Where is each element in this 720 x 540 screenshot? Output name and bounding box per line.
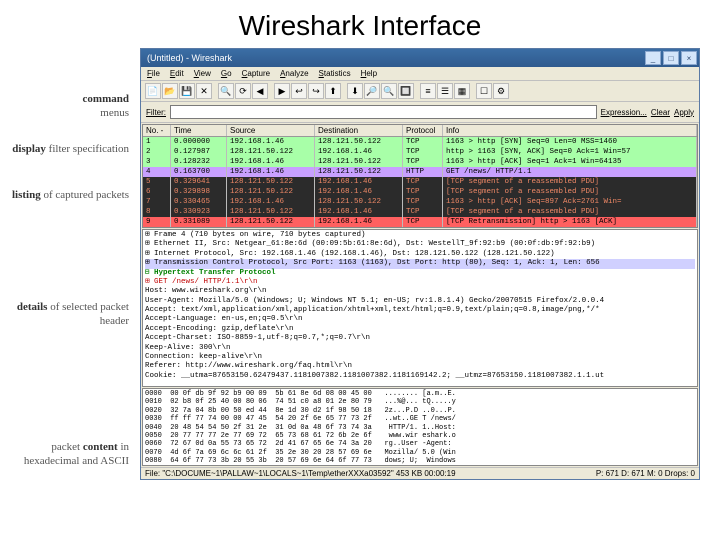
http-header-enc[interactable]: Accept-Encoding: gzip,deflate\r\n — [145, 325, 695, 334]
status-bar: File: "C:\DOCUME~1\PALLAW~1\LOCALS~1\Tem… — [141, 467, 699, 479]
menu-file[interactable]: File — [147, 69, 160, 78]
toolbar-button-12[interactable]: 🔎 — [364, 83, 380, 99]
tree-http[interactable]: ⊟ Hypertext Transfer Protocol — [145, 269, 695, 278]
packet-list-pane[interactable]: No. - Time Source Destination Protocol I… — [142, 124, 698, 228]
toolbar-button-2[interactable]: 💾 — [179, 83, 195, 99]
toolbar-button-17[interactable]: ▦ — [454, 83, 470, 99]
toolbar-button-10[interactable]: ⬆ — [325, 83, 341, 99]
menu-edit[interactable]: Edit — [170, 69, 184, 78]
col-info[interactable]: Info — [443, 125, 697, 136]
apply-link[interactable]: Apply — [674, 108, 694, 117]
tree-ethernet[interactable]: ⊞ Ethernet II, Src: Netgear_61:8e:6d (00… — [145, 240, 695, 249]
toolbar-button-16[interactable]: ☰ — [437, 83, 453, 99]
toolbar-button-18[interactable]: ☐ — [476, 83, 492, 99]
status-file: File: "C:\DOCUME~1\PALLAW~1\LOCALS~1\Tem… — [145, 469, 596, 478]
window-title: (Untitled) - Wireshark — [143, 53, 643, 63]
col-destination[interactable]: Destination — [315, 125, 403, 136]
slide-title: Wireshark Interface — [0, 0, 720, 48]
http-header-cookie[interactable]: Cookie: __utma=87653150.62479437.1181007… — [145, 372, 695, 381]
menu-help[interactable]: Help — [361, 69, 377, 78]
http-header-host[interactable]: Host: www.wireshark.org\r\n — [145, 287, 695, 296]
minimize-button[interactable]: _ — [645, 51, 661, 65]
menu-go[interactable]: Go — [221, 69, 232, 78]
packet-details-pane[interactable]: ⊞ Frame 4 (710 bytes on wire, 710 bytes … — [142, 229, 698, 387]
toolbar-button-1[interactable]: 📂 — [162, 83, 178, 99]
http-header-accept[interactable]: Accept: text/xml,application/xml,applica… — [145, 306, 695, 315]
col-time[interactable]: Time — [171, 125, 227, 136]
http-header-keepalive[interactable]: Keep-Alive: 300\r\n — [145, 344, 695, 353]
filter-input[interactable] — [170, 105, 597, 119]
toolbar-button-6[interactable]: ◀ — [252, 83, 268, 99]
maximize-button[interactable]: □ — [663, 51, 679, 65]
tree-tcp[interactable]: ⊞ Transmission Control Protocol, Src Por… — [145, 259, 695, 268]
toolbar-button-13[interactable]: 🔍 — [381, 83, 397, 99]
toolbar-button-15[interactable]: ≡ — [420, 83, 436, 99]
menu-analyze[interactable]: Analyze — [280, 69, 308, 78]
toolbar-button-11[interactable]: ⬇ — [347, 83, 363, 99]
menu-bar: File Edit View Go Capture Analyze Statistics He… — [141, 67, 699, 81]
http-header-lang[interactable]: Accept-Language: en-us,en;q=0.5\r\n — [145, 315, 695, 324]
toolbar-button-9[interactable]: ↪ — [308, 83, 324, 99]
packet-row[interactable]: 30.128232192.168.1.46128.121.50.122TCP11… — [143, 157, 697, 167]
col-protocol[interactable]: Protocol — [403, 125, 443, 136]
toolbar-button-3[interactable]: ✕ — [196, 83, 212, 99]
toolbar: 📄📂💾✕🔍⟳◀▶↩↪⬆⬇🔎🔍🔲≡☰▦☐⚙ — [141, 81, 699, 102]
menu-view[interactable]: View — [194, 69, 211, 78]
packet-bytes-pane[interactable]: 0000 00 0f db 9f 92 b9 00 09 5b 61 8e 6d… — [142, 388, 698, 466]
packet-row[interactable]: 70.330465192.168.1.46128.121.50.122TCP11… — [143, 197, 697, 207]
titlebar[interactable]: (Untitled) - Wireshark _ □ × — [141, 49, 699, 67]
menu-capture[interactable]: Capture — [242, 69, 270, 78]
tree-http-get[interactable]: ⊞ GET /news/ HTTP/1.1\r\n — [145, 278, 695, 287]
toolbar-button-8[interactable]: ↩ — [291, 83, 307, 99]
packet-row[interactable]: 50.329641128.121.50.122192.168.1.46TCP[T… — [143, 177, 697, 187]
toolbar-button-5[interactable]: ⟳ — [235, 83, 251, 99]
tree-frame[interactable]: ⊞ Frame 4 (710 bytes on wire, 710 bytes … — [145, 231, 695, 240]
packet-list-header[interactable]: No. - Time Source Destination Protocol I… — [143, 125, 697, 137]
toolbar-button-4[interactable]: 🔍 — [218, 83, 234, 99]
tree-ip[interactable]: ⊞ Internet Protocol, Src: 192.168.1.46 (… — [145, 250, 695, 259]
http-header-charset[interactable]: Accept-Charset: ISO-8859-1,utf-8;q=0.7,*… — [145, 334, 695, 343]
toolbar-button-14[interactable]: 🔲 — [398, 83, 414, 99]
packet-row[interactable]: 80.330923128.121.50.122192.168.1.46TCP[T… — [143, 207, 697, 217]
expression-link[interactable]: Expression... — [601, 108, 647, 117]
filter-bar: Filter: Expression... Clear Apply — [141, 102, 699, 123]
status-counts: P: 671 D: 671 M: 0 Drops: 0 — [596, 469, 695, 478]
http-header-referer[interactable]: Referer: http://www.wireshark.org/faq.ht… — [145, 362, 695, 371]
toolbar-button-7[interactable]: ▶ — [274, 83, 290, 99]
filter-label[interactable]: Filter: — [146, 108, 166, 117]
packet-row[interactable]: 10.000000192.168.1.46128.121.50.122TCP11… — [143, 137, 697, 147]
close-button[interactable]: × — [681, 51, 697, 65]
col-no[interactable]: No. - — [143, 125, 171, 136]
wireshark-window: (Untitled) - Wireshark _ □ × File Edit Vie… — [140, 48, 700, 480]
packet-row[interactable]: 90.331089128.121.50.122192.168.1.46TCP[T… — [143, 217, 697, 227]
clear-link[interactable]: Clear — [651, 108, 670, 117]
col-source[interactable]: Source — [227, 125, 315, 136]
menu-statistics[interactable]: Statistics — [319, 69, 351, 78]
packet-row[interactable]: 60.329898128.121.50.122192.168.1.46TCP[T… — [143, 187, 697, 197]
packet-row[interactable]: 20.127987128.121.50.122192.168.1.46TCPht… — [143, 147, 697, 157]
packet-row[interactable]: 40.163700192.168.1.46128.121.50.122HTTPG… — [143, 167, 697, 177]
toolbar-button-0[interactable]: 📄 — [145, 83, 161, 99]
http-header-conn[interactable]: Connection: keep-alive\r\n — [145, 353, 695, 362]
http-header-ua[interactable]: User-Agent: Mozilla/5.0 (Windows; U; Win… — [145, 297, 695, 306]
toolbar-button-19[interactable]: ⚙ — [493, 83, 509, 99]
